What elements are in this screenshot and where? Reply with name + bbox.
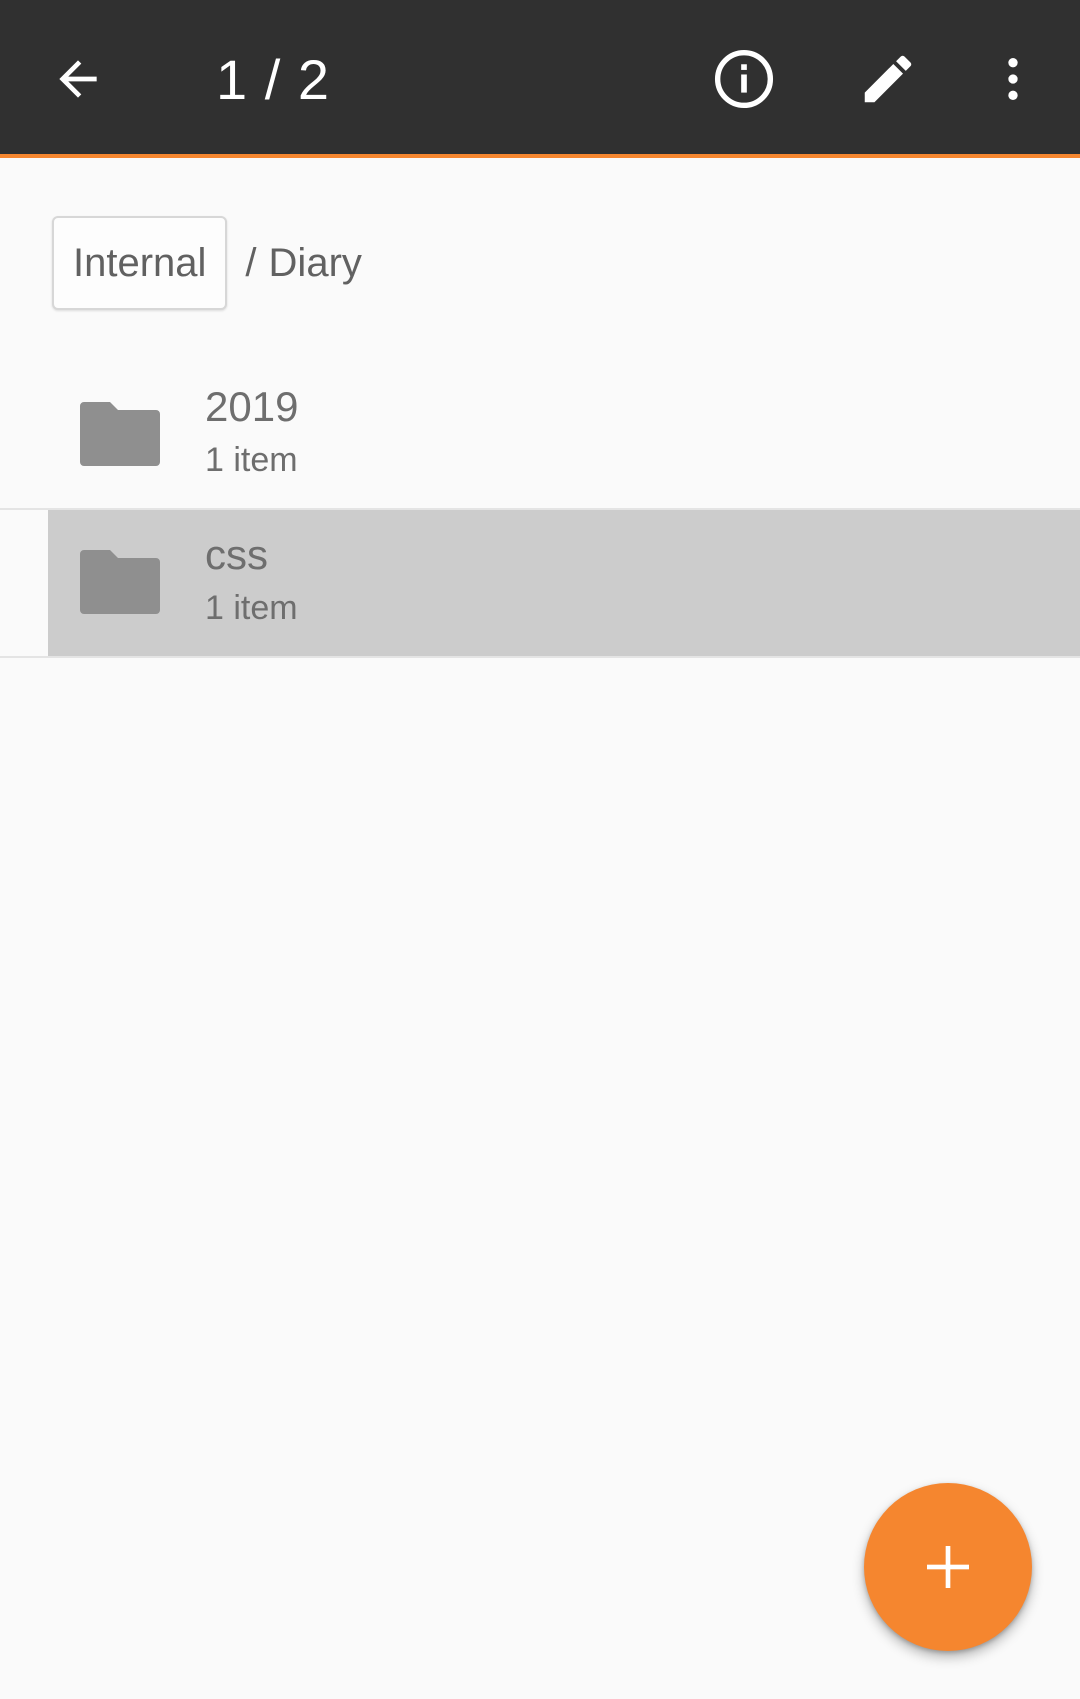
folder-icon (80, 550, 160, 614)
plus-icon (927, 1546, 969, 1588)
more-vert-icon (1008, 58, 1018, 100)
edit-button[interactable] (838, 29, 938, 129)
list-item[interactable]: css 1 item (0, 510, 1080, 658)
selection-count-title: 1 / 2 (216, 48, 330, 111)
item-name: css (205, 531, 268, 578)
selection-highlight (48, 510, 1080, 656)
info-button[interactable] (694, 29, 794, 129)
back-button[interactable] (28, 29, 128, 129)
info-icon (714, 49, 774, 109)
file-list: 2019 1 item css 1 item (0, 362, 1080, 658)
item-count: 1 item (205, 441, 298, 479)
breadcrumb-separator: / (245, 240, 257, 285)
app-toolbar: 1 / 2 (0, 0, 1080, 158)
breadcrumb-root-internal[interactable]: Internal (52, 216, 228, 310)
list-item[interactable]: 2019 1 item (0, 362, 1080, 510)
item-count: 1 item (205, 589, 298, 627)
breadcrumb-current-folder[interactable]: Diary (269, 241, 362, 286)
arrow-back-icon (59, 60, 97, 98)
pencil-icon (864, 55, 912, 103)
add-fab-button[interactable] (864, 1483, 1032, 1651)
item-name: 2019 (205, 383, 299, 430)
folder-icon (80, 402, 160, 466)
more-options-button[interactable] (963, 29, 1063, 129)
breadcrumb: Internal / Diary (52, 214, 362, 312)
